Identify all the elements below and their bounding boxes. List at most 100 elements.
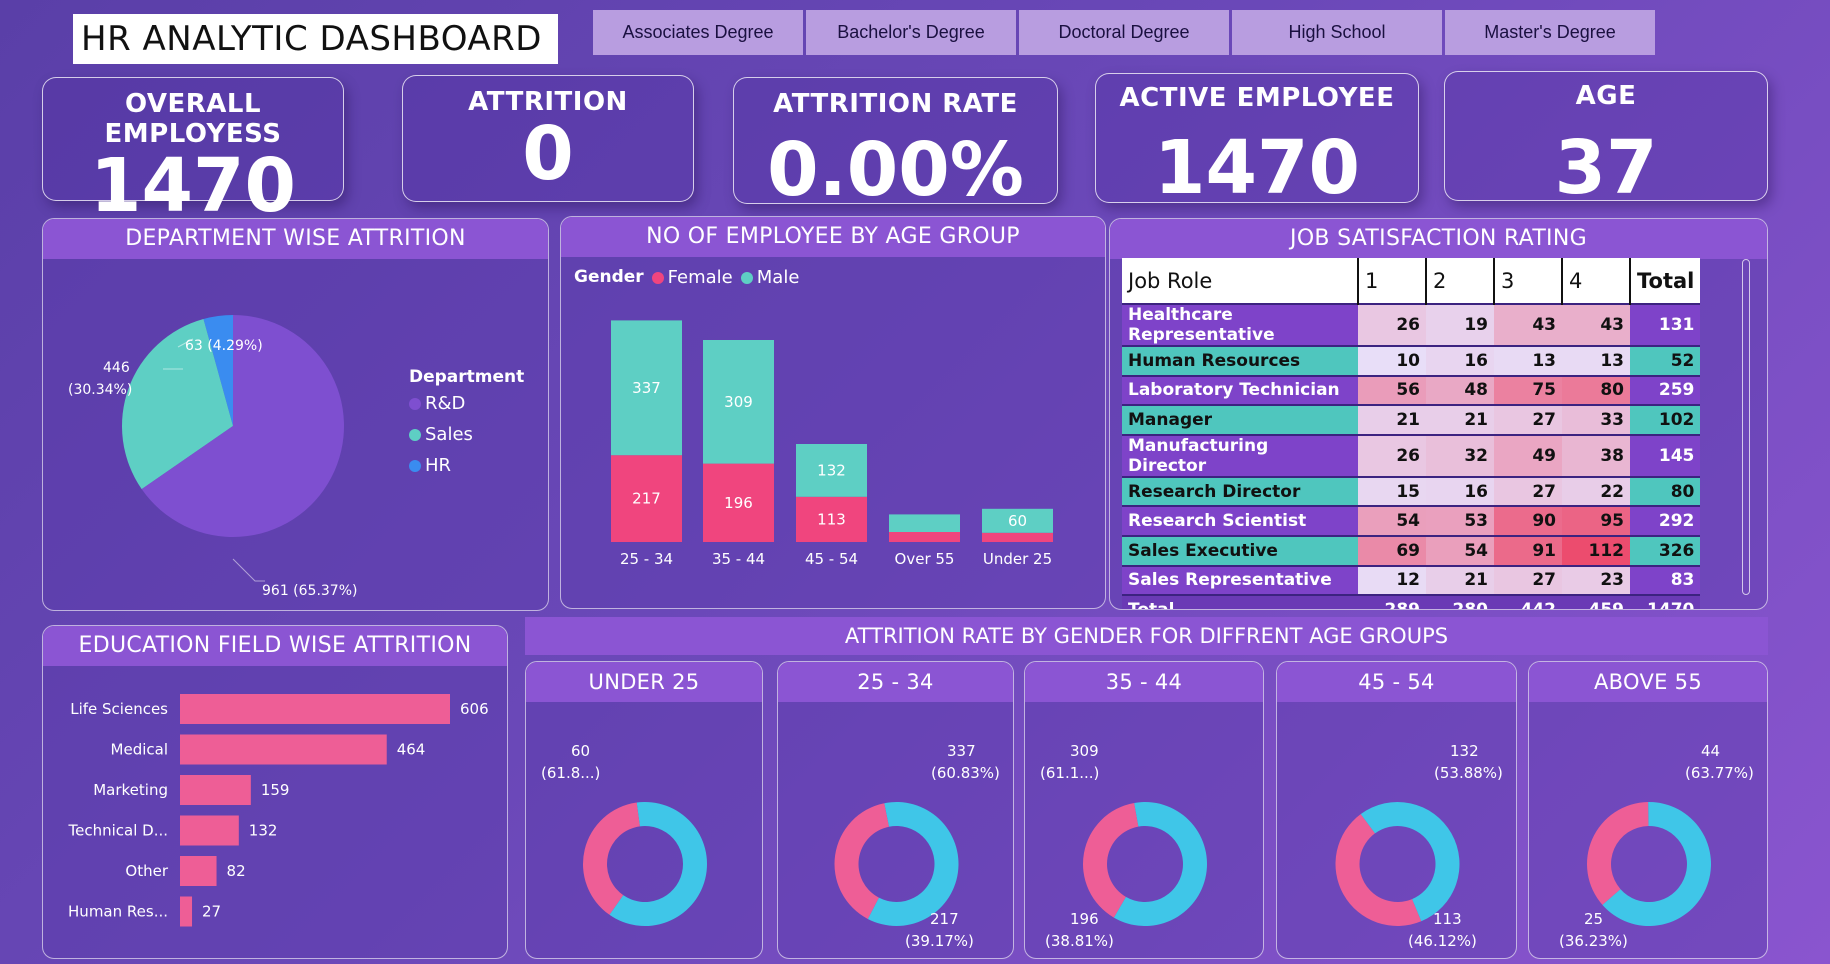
cell-job-role: Sales Representative xyxy=(1122,564,1358,596)
education-bar[interactable] xyxy=(180,815,239,846)
donut-card-title: UNDER 25 xyxy=(526,662,762,702)
slicer-masters-degree[interactable]: Master's Degree xyxy=(1445,10,1655,55)
cell-rating-count: 43 xyxy=(1494,303,1562,346)
cell-rating-count: 27 xyxy=(1494,564,1562,596)
table-total-row: Total2892804424591470 xyxy=(1122,594,1701,609)
table-row[interactable]: Manager 21 21 27 33 102 xyxy=(1122,404,1701,435)
cell-rating-count: 69 xyxy=(1358,534,1426,566)
table-header-row: Job Role 1 2 3 4 Total xyxy=(1122,258,1701,304)
header-rating-4[interactable]: 4 xyxy=(1562,258,1631,304)
bar-female[interactable] xyxy=(982,532,1053,542)
education-bar-chart: Life Sciences 606 Medical 464 Marketing 159 Te… xyxy=(68,694,489,927)
cell-total: 259 xyxy=(1630,374,1701,406)
kpi-card-attrition: ATTRITION 0 xyxy=(402,75,694,202)
table-row[interactable]: Healthcare Representative 26 19 43 43 131 xyxy=(1122,303,1701,346)
cell-total: 52 xyxy=(1630,345,1701,376)
donut-label-top: 132 xyxy=(1450,742,1479,760)
donut-card-title: ABOVE 55 xyxy=(1529,662,1767,702)
cell-rating-count: 75 xyxy=(1494,374,1562,406)
education-bar[interactable] xyxy=(180,694,450,724)
pie-label-sales-count: 446 xyxy=(103,360,130,376)
header-total[interactable]: Total xyxy=(1630,258,1701,304)
y-axis-label: Technical D... xyxy=(68,822,169,840)
y-axis-label: Medical xyxy=(111,741,168,759)
cell-total: 131 xyxy=(1630,303,1701,346)
slicer-associates-degree[interactable]: Associates Degree xyxy=(593,10,803,55)
table-row[interactable]: Sales Executive 69 54 91 112 326 xyxy=(1122,534,1701,566)
bar-male[interactable] xyxy=(889,514,960,532)
education-slicer: Associates Degree Bachelor's Degree Doct… xyxy=(593,10,1655,55)
cell-rating-count: 22 xyxy=(1562,475,1630,507)
donut-card-35-44: 35 - 44 309 (61.1...) 196 (38.81%) xyxy=(1024,661,1264,959)
cell-total: 80 xyxy=(1630,475,1701,507)
panel-title: DEPARTMENT WISE ATTRITION xyxy=(43,219,548,259)
legend-item-rnd[interactable]: R&D xyxy=(409,393,524,414)
y-axis-label: Human Res... xyxy=(68,903,168,921)
donut-card-above55: ABOVE 55 44 (63.77%) 25 (36.23%) xyxy=(1528,661,1768,959)
education-bar[interactable] xyxy=(180,734,387,765)
donut-card-45-54: 45 - 54 132 (53.88%) 113 (46.12%) xyxy=(1276,661,1517,959)
header-rating-3[interactable]: 3 xyxy=(1494,258,1563,304)
slicer-bachelors-degree[interactable]: Bachelor's Degree xyxy=(806,10,1016,55)
bar-label-male: 132 xyxy=(817,461,846,479)
table-row[interactable]: Laboratory Technician 56 48 75 80 259 xyxy=(1122,374,1701,406)
donut-card-title: 25 - 34 xyxy=(778,662,1013,702)
donut-card-25-34: 25 - 34 337 (60.83%) 217 (39.17%) xyxy=(777,661,1014,959)
cell-total: 83 xyxy=(1630,564,1701,596)
panel-title: JOB SATISFACTION RATING xyxy=(1110,219,1767,259)
kpi-card-age: AGE 37 xyxy=(1444,71,1768,205)
education-bar[interactable] xyxy=(180,775,251,805)
legend-dot xyxy=(409,428,421,441)
kpi-card-attrition-rate: ATTRITION RATE 0.00% xyxy=(733,77,1058,207)
kpi-label: ATTRITION RATE xyxy=(773,89,1018,119)
cell-rating-count: 21 xyxy=(1426,564,1494,596)
cell-rating-count: 112 xyxy=(1562,534,1630,566)
education-bar[interactable] xyxy=(180,856,217,886)
kpi-card-active-employee: ACTIVE EMPLOYEE 1470 xyxy=(1095,73,1419,205)
slicer-doctoral-degree[interactable]: Doctoral Degree xyxy=(1019,10,1229,55)
cell-rating-count: 13 xyxy=(1494,345,1562,376)
cell-job-role: Sales Executive xyxy=(1122,534,1358,566)
gender-donut-chart: 309 (61.1...) 196 (38.81%) xyxy=(1040,742,1207,950)
cell-rating-count: 21 xyxy=(1426,404,1494,435)
cell-rating-count: 13 xyxy=(1562,345,1630,376)
x-axis-label: Under 25 xyxy=(983,550,1052,568)
pie-label-rnd: 961 (65.37%) xyxy=(262,583,357,599)
table-row[interactable]: Research Scientist 54 53 90 95 292 xyxy=(1122,505,1701,536)
donut-label-bottom: (38.81%) xyxy=(1045,932,1114,950)
donut-label-bottom: 113 xyxy=(1433,910,1462,928)
header-rating-2[interactable]: 2 xyxy=(1426,258,1495,304)
table-row[interactable]: Sales Representative 12 21 27 23 83 xyxy=(1122,564,1701,596)
donut-card-title: 35 - 44 xyxy=(1025,662,1263,702)
legend-item-sales[interactable]: Sales xyxy=(409,424,524,445)
donut-label-bottom: (36.23%) xyxy=(1559,932,1628,950)
department-legend: Department R&D Sales HR xyxy=(409,367,524,476)
bar-label-female: 113 xyxy=(817,510,846,528)
kpi-label: OVERALL EMPLOYESS xyxy=(104,89,282,149)
cell-rating-count: 80 xyxy=(1562,374,1630,406)
header-job-role[interactable]: Job Role xyxy=(1122,258,1359,304)
table-row[interactable]: Human Resources 10 16 13 13 52 xyxy=(1122,345,1701,376)
header-rating-1[interactable]: 1 xyxy=(1358,258,1427,304)
donut-label-top: 309 xyxy=(1070,742,1099,760)
bar-value-label: 27 xyxy=(202,903,221,921)
table-row[interactable]: Research Director 15 16 27 22 80 xyxy=(1122,475,1701,507)
bar-female[interactable] xyxy=(889,532,960,542)
y-axis-label: Life Sciences xyxy=(70,700,168,718)
education-bar[interactable] xyxy=(180,896,193,927)
cell-job-role: Research Scientist xyxy=(1122,505,1358,536)
donut-label-top: (63.77%) xyxy=(1685,764,1754,782)
cell-column-total: 289 xyxy=(1358,594,1426,609)
bar-value-label: 464 xyxy=(397,741,426,759)
job-satisfaction-table-wrap: Job Role 1 2 3 4 Total Healthcare Repres… xyxy=(1122,258,1701,609)
donut-segment-female[interactable] xyxy=(1587,802,1649,905)
cell-rating-count: 48 xyxy=(1426,374,1494,406)
legend-item-hr[interactable]: HR xyxy=(409,455,524,476)
donut-segment-female[interactable] xyxy=(583,802,640,915)
table-scrollbar[interactable] xyxy=(1742,259,1750,595)
slicer-high-school[interactable]: High School xyxy=(1232,10,1442,55)
cell-total-label: Total xyxy=(1122,594,1358,609)
table-row[interactable]: Manufacturing Director 26 32 49 38 145 xyxy=(1122,433,1701,477)
bar-value-label: 606 xyxy=(460,700,489,718)
cell-rating-count: 23 xyxy=(1562,564,1630,596)
